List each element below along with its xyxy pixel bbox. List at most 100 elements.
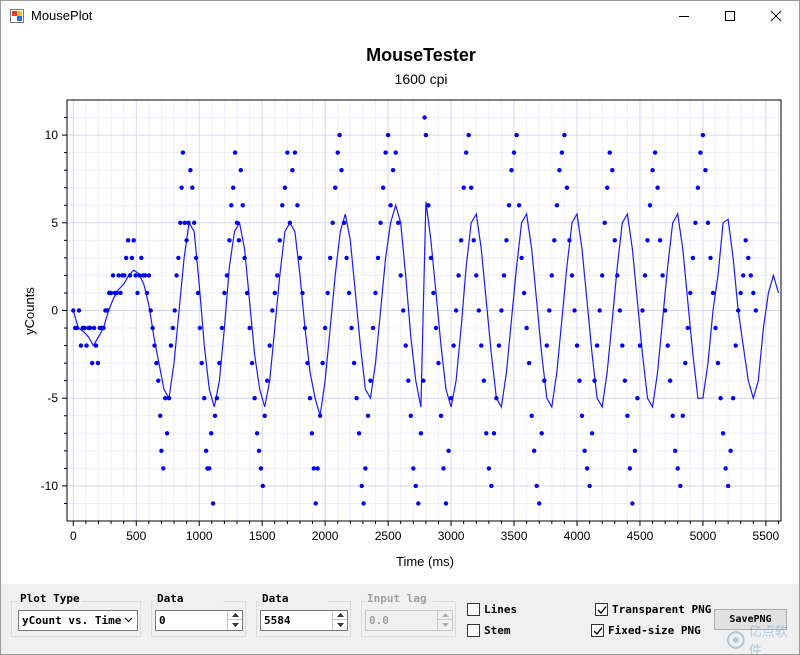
- data-point: [176, 255, 181, 261]
- data-point: [695, 185, 701, 190]
- transparent-png-checkbox-box[interactable]: [595, 603, 608, 616]
- x-tick-label: 3000: [438, 529, 465, 543]
- data-point: [587, 483, 592, 489]
- data-point: [238, 168, 243, 173]
- fixed-size-png-checkbox-box[interactable]: [591, 624, 604, 637]
- data-point: [380, 185, 386, 190]
- stem-checkbox-box[interactable]: [467, 624, 480, 637]
- data-point: [71, 308, 76, 313]
- data-point: [116, 273, 121, 278]
- data-point: [101, 325, 106, 331]
- data-point: [479, 343, 484, 348]
- data-point: [615, 273, 620, 278]
- transparent-png-checkbox[interactable]: Transparent PNG: [595, 603, 711, 616]
- data-point: [471, 238, 476, 243]
- minimize-button[interactable]: [661, 1, 707, 31]
- lines-checkbox[interactable]: Lines: [467, 603, 517, 616]
- data-point: [313, 501, 318, 506]
- data-point: [330, 220, 335, 225]
- data-point: [373, 290, 378, 296]
- data-point: [461, 185, 466, 190]
- spin-down-button[interactable]: [333, 620, 347, 629]
- data-point: [82, 325, 87, 331]
- data-point-end-input[interactable]: 5584: [260, 610, 348, 631]
- input-lag-value: 0.0: [369, 614, 389, 627]
- data-point: [292, 150, 298, 155]
- data-point: [539, 431, 544, 436]
- data-point: [146, 273, 152, 278]
- data-point: [125, 238, 131, 243]
- data-point: [632, 448, 638, 453]
- control-panel: Plot Type yCount vs. Time Data Point Sta…: [1, 584, 799, 654]
- data-point: [725, 483, 731, 489]
- data-point: [715, 360, 721, 366]
- app-icon: [10, 9, 24, 23]
- x-axis-label: Time (ms): [396, 554, 454, 569]
- spin-up-button[interactable]: [333, 611, 347, 620]
- mouse-plot-chart[interactable]: 0 500 1000 1500 2000 2500 3000 3500 4000 4500 5000…: [1, 31, 799, 584]
- data-point: [532, 448, 537, 453]
- data-point: [346, 290, 352, 296]
- data-point: [448, 396, 454, 401]
- watermark: 亿点软件: [726, 625, 799, 654]
- data-point: [529, 413, 534, 418]
- data-point: [277, 238, 282, 243]
- lines-checkbox-box[interactable]: [467, 603, 480, 616]
- data-point: [224, 273, 230, 278]
- data-point: [244, 290, 250, 296]
- data-point: [190, 185, 195, 190]
- minimize-icon: [679, 16, 689, 17]
- data-point: [552, 238, 557, 243]
- data-point: [302, 325, 308, 331]
- fixed-size-png-checkbox[interactable]: Fixed-size PNG: [591, 624, 701, 637]
- data-point: [365, 413, 371, 418]
- data-point: [640, 308, 645, 313]
- data-point: [738, 290, 743, 296]
- y-tick-label: -10: [41, 479, 59, 493]
- data-point-end-label: Data Point End: [260, 593, 328, 605]
- data-point: [416, 501, 421, 506]
- watermark-text: 亿点软件: [748, 625, 788, 655]
- data-point: [217, 360, 222, 366]
- data-point: [514, 132, 519, 138]
- data-point: [210, 501, 216, 506]
- data-point: [180, 150, 186, 155]
- data-point: [166, 396, 172, 401]
- maximize-button[interactable]: [707, 1, 753, 31]
- spin-down-button[interactable]: [228, 620, 242, 629]
- data-point: [637, 343, 643, 348]
- data-point: [222, 290, 227, 296]
- stem-checkbox[interactable]: Stem: [467, 624, 511, 637]
- data-point: [708, 255, 713, 261]
- data-point-end-value: 5584: [264, 614, 291, 627]
- plot-area[interactable]: 0 500 1000 1500 2000 2500 3000 3500 4000 4500 5000…: [1, 31, 799, 584]
- data-point: [158, 413, 163, 418]
- close-button[interactable]: [753, 1, 799, 31]
- plot-type-select[interactable]: yCount vs. Time: [18, 610, 138, 631]
- data-point: [390, 168, 396, 173]
- data-point: [385, 132, 391, 138]
- data-point: [148, 308, 153, 313]
- y-tick-label: 10: [45, 128, 59, 142]
- data-point: [282, 185, 288, 190]
- data-point: [129, 255, 135, 261]
- data-point: [179, 185, 184, 190]
- spin-up-button[interactable]: [228, 611, 242, 620]
- data-point: [441, 466, 446, 471]
- caret-down-icon: [231, 622, 239, 627]
- data-point-start-spinner[interactable]: [227, 611, 242, 630]
- data-point: [504, 238, 509, 243]
- data-point: [569, 273, 575, 278]
- data-point: [670, 413, 675, 418]
- data-point: [219, 325, 225, 331]
- data-point: [131, 238, 136, 243]
- data-point: [317, 413, 323, 418]
- data-point-end-spinner[interactable]: [332, 611, 347, 630]
- data-point-start-input[interactable]: 0: [155, 610, 243, 631]
- title-bar[interactable]: MousePlot: [1, 1, 799, 31]
- input-lag-spinner: [437, 611, 452, 630]
- data-point: [703, 168, 708, 173]
- data-point: [247, 325, 252, 331]
- data-point: [710, 290, 716, 296]
- data-point: [260, 483, 265, 489]
